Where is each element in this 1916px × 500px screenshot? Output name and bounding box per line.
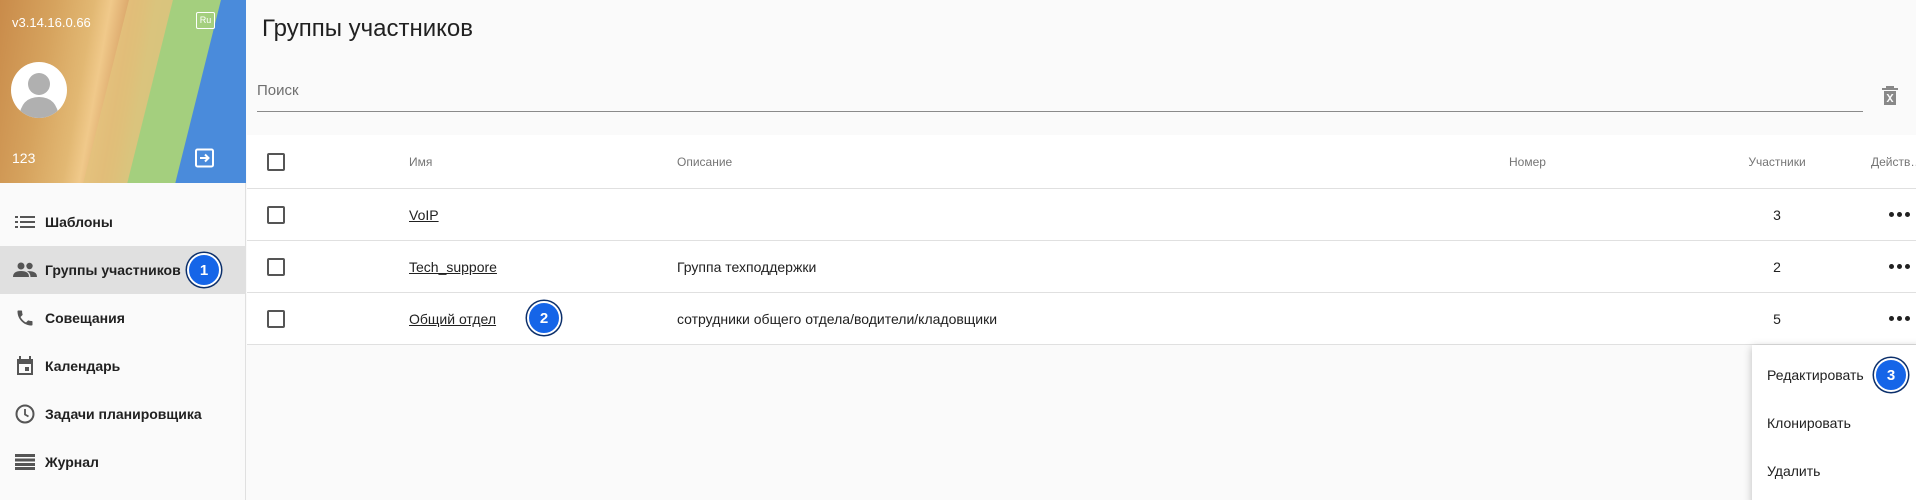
- sidebar-header: v3.14.16.0.66 Ru 123: [0, 0, 246, 183]
- sidebar-item-label: Календарь: [45, 358, 121, 374]
- sidebar: v3.14.16.0.66 Ru 123 Шаблоны Группы учас…: [0, 0, 246, 500]
- menu-item-delete[interactable]: Удалить: [1752, 447, 1916, 495]
- groups-table: Имя Описание Номер Участники Действ… VoI…: [247, 135, 1916, 345]
- group-participants: 2: [1773, 258, 1781, 275]
- table-row: Tech_suppore Группа техподдержки 2: [247, 241, 1916, 293]
- group-participants: 3: [1773, 206, 1781, 223]
- menu-item-label: Редактировать: [1767, 367, 1864, 383]
- sidebar-item-participant-groups[interactable]: Группы участников 1: [0, 246, 246, 294]
- sidebar-item-label: Группы участников: [45, 262, 181, 278]
- annotation-badge: 1: [187, 253, 221, 287]
- column-header-name[interactable]: Имя: [409, 135, 432, 188]
- column-header-description[interactable]: Описание: [677, 135, 732, 188]
- user-number: 123: [12, 150, 36, 166]
- group-description: Группа техподдержки: [677, 258, 817, 275]
- group-participants: 5: [1773, 310, 1781, 327]
- search-field[interactable]: [257, 72, 1863, 112]
- menu-item-edit[interactable]: Редактировать 3: [1752, 351, 1916, 399]
- search-input[interactable]: [257, 72, 1863, 108]
- phone-icon: [13, 306, 37, 330]
- sidebar-item-label: Совещания: [45, 310, 125, 326]
- group-name-link[interactable]: Общий отдел: [409, 311, 496, 327]
- sidebar-nav: Шаблоны Группы участников 1 Совещания Ка…: [0, 198, 246, 486]
- table-header-row: Имя Описание Номер Участники Действ…: [247, 135, 1916, 189]
- clear-search-icon[interactable]: [1881, 86, 1899, 106]
- app-version: v3.14.16.0.66: [12, 15, 91, 30]
- row-checkbox[interactable]: [267, 309, 285, 328]
- column-header-participants[interactable]: Участники: [1717, 135, 1837, 188]
- avatar[interactable]: [11, 62, 67, 118]
- more-actions-icon[interactable]: [1889, 316, 1910, 321]
- table-row: Общий отдел 2 сотрудники общего отдела/в…: [247, 293, 1916, 345]
- select-all-checkbox[interactable]: [267, 152, 285, 171]
- actions-menu: Редактировать 3 Клонировать Удалить: [1752, 345, 1916, 500]
- sidebar-item-label: Журнал: [45, 454, 99, 470]
- menu-item-label: Клонировать: [1767, 415, 1851, 431]
- menu-item-clone[interactable]: Клонировать: [1752, 399, 1916, 447]
- group-name-link[interactable]: VoIP: [409, 207, 439, 223]
- sidebar-item-label: Шаблоны: [45, 214, 113, 230]
- page-title: Группы участников: [262, 15, 474, 42]
- clock-icon: [13, 402, 37, 426]
- sidebar-item-journal[interactable]: Журнал: [0, 438, 246, 486]
- group-name-link[interactable]: Tech_suppore: [409, 259, 497, 275]
- main-content: Группы участников Имя Описание Номер Уча…: [247, 0, 1916, 500]
- journal-icon: [13, 450, 37, 474]
- sidebar-item-scheduler-tasks[interactable]: Задачи планировщика: [0, 390, 246, 438]
- sidebar-item-label: Задачи планировщика: [45, 406, 202, 422]
- logout-icon[interactable]: [194, 148, 216, 168]
- more-actions-icon[interactable]: [1889, 212, 1910, 217]
- row-checkbox[interactable]: [267, 205, 285, 224]
- menu-item-label: Удалить: [1767, 463, 1821, 479]
- annotation-badge: 2: [527, 301, 561, 335]
- language-icon[interactable]: Ru: [196, 12, 215, 29]
- sidebar-item-calendar[interactable]: Календарь: [0, 342, 246, 390]
- people-icon: [13, 258, 37, 282]
- list-icon: [13, 210, 37, 234]
- group-description: сотрудники общего отдела/водители/кладов…: [677, 310, 998, 327]
- more-actions-icon[interactable]: [1889, 264, 1910, 269]
- sidebar-item-templates[interactable]: Шаблоны: [0, 198, 246, 246]
- sidebar-item-meetings[interactable]: Совещания: [0, 294, 246, 342]
- table-row: VoIP 3: [247, 189, 1916, 241]
- row-checkbox[interactable]: [267, 257, 285, 276]
- user-silhouette-icon: [19, 73, 59, 118]
- calendar-icon: [13, 354, 37, 378]
- column-header-number[interactable]: Номер: [1509, 135, 1546, 188]
- annotation-badge: 3: [1874, 358, 1908, 392]
- column-header-actions: Действ…: [1871, 154, 1916, 169]
